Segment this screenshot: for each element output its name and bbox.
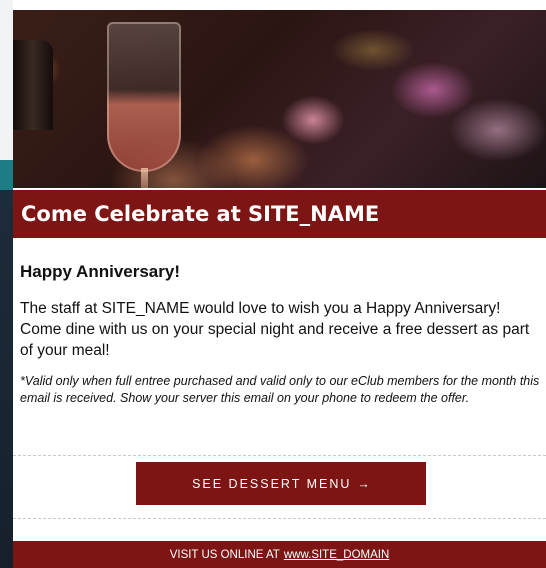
footer-bar: VISIT US ONLINE AT www.SITE_DOMAIN [13,541,546,568]
cta-label: SEE DESSERT MENU [192,476,352,491]
hero-image [13,10,546,188]
title-banner: Come Celebrate at SITE_NAME [13,190,546,238]
banner-title: Come Celebrate at SITE_NAME [21,202,380,226]
site-domain-link[interactable]: www.SITE_DOMAIN [284,549,389,561]
content-body: The staff at SITE_NAME would love to wis… [20,300,530,359]
footer-prefix: VISIT US ONLINE AT [169,548,280,561]
content-heading: Happy Anniversary! [20,262,180,281]
see-dessert-menu-button[interactable]: SEE DESSERT MENU → [136,462,426,505]
glass-stem-shape [141,168,148,188]
bottle-shape [13,40,53,130]
wine-glass-shape [107,22,181,172]
email-content: Happy Anniversary! The staff at SITE_NAM… [20,262,540,407]
fine-print: *Valid only when full entree purchased a… [20,374,540,405]
divider-bottom [13,518,546,519]
arrow-right-icon: → [357,476,370,491]
side-accent [0,160,13,190]
divider-top [13,455,546,456]
side-strip [0,0,13,568]
